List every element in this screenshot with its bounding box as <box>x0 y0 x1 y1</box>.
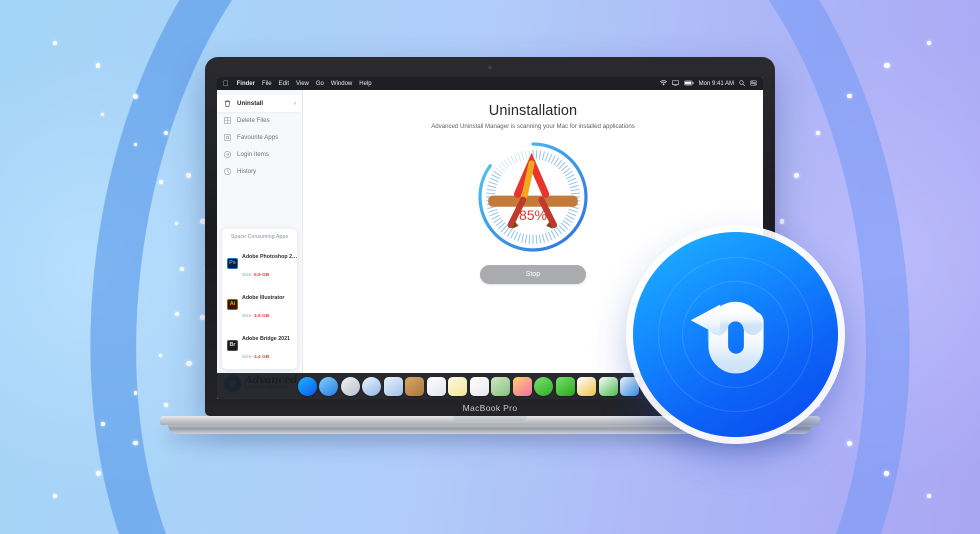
dock-icon-maps[interactable] <box>491 376 511 396</box>
sidebar-item-label: Favourite Apps <box>237 134 279 141</box>
appstore-a-icon <box>488 152 578 229</box>
size-value: 5.9 GB <box>254 273 270 278</box>
menu-item-help[interactable]: Help <box>359 81 371 87</box>
chevron-right-icon: › <box>294 100 296 107</box>
login-arrow-icon <box>223 150 232 159</box>
app-name: Adobe Illustrator <box>242 295 285 301</box>
bridge-icon: Br <box>227 339 238 351</box>
control-center-icon[interactable] <box>750 80 757 88</box>
star-box-icon <box>223 133 232 142</box>
clock-icon <box>223 167 232 176</box>
illustrator-icon: Ai <box>227 298 238 310</box>
battery-icon[interactable] <box>683 80 694 88</box>
dock-icon-messages[interactable] <box>534 376 554 396</box>
menu-item-finder[interactable]: Finder <box>237 81 255 87</box>
dock-icon-safari[interactable] <box>362 376 382 396</box>
menu-item-go[interactable]: Go <box>316 81 324 87</box>
space-consuming-apps-card: Space Consuming Apps Ps Adobe Photoshop … <box>222 229 297 369</box>
photoshop-icon: Ps <box>227 257 238 269</box>
trash-icon <box>223 99 232 108</box>
grid-files-icon <box>223 116 232 125</box>
dock-icon-contacts[interactable] <box>405 376 425 396</box>
dock-icon-numbers[interactable] <box>598 376 618 396</box>
stop-button[interactable]: Stop <box>480 265 586 284</box>
sidebar-item-label: Login Items <box>237 151 269 158</box>
list-item[interactable]: Ps Adobe Photoshop 2… Size: 5.9 GB <box>227 245 297 281</box>
search-icon[interactable] <box>739 79 745 88</box>
menu-item-edit[interactable]: Edit <box>279 81 289 87</box>
wifi-icon[interactable] <box>659 79 667 88</box>
size-prefix: Size: <box>242 355 253 360</box>
page-subtitle: Advanced Uninstall Manager is scanning y… <box>431 123 635 130</box>
sidebar-item-label: Uninstall <box>237 100 264 107</box>
dock-icon-calendar[interactable] <box>426 376 446 396</box>
sidebar-item-favourite-apps[interactable]: Favourite Apps <box>217 129 302 146</box>
list-item[interactable]: Br Adobe Bridge 2021 Size: 4.4 GB <box>227 327 292 363</box>
product-logo-badge <box>633 232 838 437</box>
undo-u-logo-icon <box>690 301 764 373</box>
sidebar-item-label: Delete Files <box>237 117 270 124</box>
menu-item-window[interactable]: Window <box>331 81 352 87</box>
dock-icon-advanced-uninstall-manager[interactable] <box>297 376 317 396</box>
mac-menu-bar:  Finder File Edit View Go Window Help <box>217 77 763 90</box>
dock-icon-finder[interactable] <box>319 376 339 396</box>
dock-icon-facetime[interactable] <box>555 376 575 396</box>
display-icon[interactable] <box>671 79 679 88</box>
sidebar-item-login-items[interactable]: Login Items <box>217 146 302 163</box>
menu-item-file[interactable]: File <box>262 81 272 87</box>
list-item[interactable]: Ai Adobe Illustrator Size: 4.5 GB <box>227 286 292 322</box>
size-value: 4.4 GB <box>254 355 270 360</box>
apple-menu-icon[interactable]:  <box>223 80 229 88</box>
size-prefix: Size: <box>242 273 253 278</box>
app-size: Size: 4.5 GB <box>242 314 269 319</box>
sidebar-nav: Uninstall › Delete Files Favourite Apps … <box>217 95 302 186</box>
dock-icon-launchpad[interactable] <box>340 376 360 396</box>
dock-icon-mail[interactable] <box>383 376 403 396</box>
menu-bar-clock[interactable]: Mon 9:41 AM <box>699 81 734 87</box>
dock-icon-notes[interactable] <box>448 376 468 396</box>
scan-progress-ring: Searching Files 85% <box>477 141 589 253</box>
app-size: Size: 5.9 GB <box>242 273 269 278</box>
menu-item-view[interactable]: View <box>296 81 309 87</box>
page-title: Uninstallation <box>488 103 578 119</box>
dock-icon-reminders[interactable] <box>469 376 489 396</box>
space-card-title: Space Consuming Apps <box>230 234 289 240</box>
app-size: Size: 4.4 GB <box>242 355 269 360</box>
app-name: Adobe Photoshop 2… <box>242 254 298 260</box>
sidebar-item-uninstall[interactable]: Uninstall › <box>217 95 302 112</box>
app-name: Adobe Bridge 2021 <box>242 336 290 342</box>
size-value: 4.5 GB <box>254 314 270 319</box>
dock-icon-photos[interactable] <box>512 376 532 396</box>
progress-ring-center: Searching Files 85% <box>477 141 589 253</box>
sidebar: Uninstall › Delete Files Favourite Apps … <box>217 90 303 399</box>
sidebar-item-delete-files[interactable]: Delete Files <box>217 112 302 129</box>
laptop-base-notch <box>453 416 527 421</box>
sidebar-item-label: History <box>237 168 257 175</box>
dock-icon-pages[interactable] <box>577 376 597 396</box>
size-prefix: Size: <box>242 314 253 319</box>
sidebar-item-history[interactable]: History <box>217 163 302 180</box>
